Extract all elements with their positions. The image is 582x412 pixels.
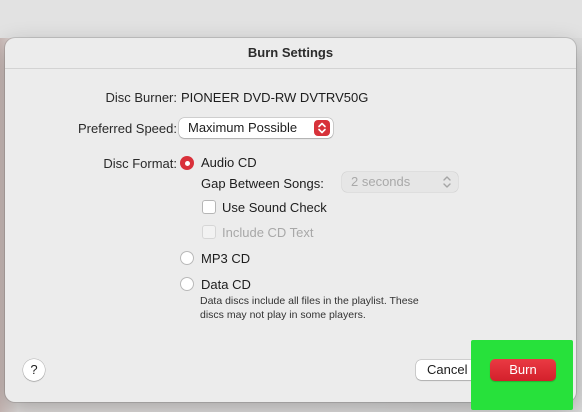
radio-mp3-cd[interactable]	[180, 251, 194, 265]
mp3-cd-label: MP3 CD	[201, 251, 251, 266]
data-disc-note-line-1: Data discs include all files in the play…	[200, 295, 419, 307]
audio-cd-label: Audio CD	[201, 155, 257, 170]
include-cd-text-checkbox[interactable]	[202, 225, 216, 239]
data-cd-label: Data CD	[201, 277, 251, 292]
disc-burner-label: Disc Burner:	[105, 90, 177, 105]
burn-button[interactable]: Burn	[490, 359, 556, 381]
up-down-chevron-icon	[314, 120, 330, 136]
title-divider	[5, 68, 576, 69]
preferred-speed-value: Maximum Possible	[188, 120, 298, 135]
gap-between-songs-popup[interactable]: 2 seconds	[342, 172, 458, 192]
preferred-speed-popup[interactable]: Maximum Possible	[179, 118, 333, 138]
help-button[interactable]: ?	[23, 359, 45, 381]
include-cd-text-label: Include CD Text	[222, 225, 314, 240]
window-backdrop-top	[0, 0, 582, 38]
dialog-title: Burn Settings	[247, 45, 334, 60]
use-sound-check-checkbox[interactable]	[202, 200, 216, 214]
preferred-speed-label: Preferred Speed:	[77, 121, 177, 136]
radio-audio-cd[interactable]	[180, 156, 194, 170]
gap-between-songs-label: Gap Between Songs:	[201, 176, 324, 191]
gap-between-songs-value: 2 seconds	[351, 174, 411, 189]
data-disc-note-line-2: discs may not play in some players.	[200, 309, 366, 321]
data-disc-note: Data discs include all files in the play…	[200, 294, 460, 322]
up-down-chevron-icon	[442, 174, 452, 195]
disc-burner-value: PIONEER DVD-RW DVTRV50G	[181, 90, 369, 105]
use-sound-check-label: Use Sound Check	[222, 200, 327, 215]
radio-data-cd[interactable]	[180, 277, 194, 291]
disc-format-label: Disc Format:	[103, 156, 177, 171]
